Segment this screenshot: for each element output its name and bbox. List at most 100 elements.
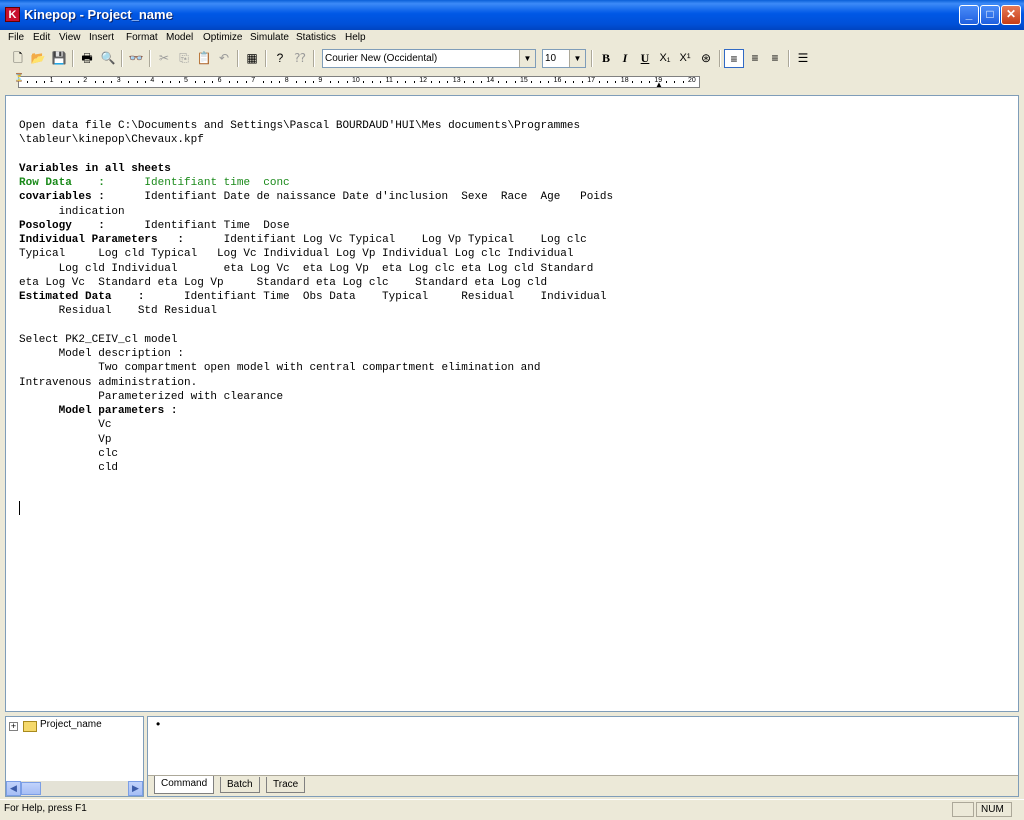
ruler-tick <box>103 81 104 83</box>
menu-statistics[interactable]: Statistics <box>296 32 336 43</box>
chevron-down-icon[interactable]: ▼ <box>569 50 585 67</box>
underline-button[interactable]: U <box>635 49 655 68</box>
ruler-tick <box>195 81 197 83</box>
font-size-select[interactable]: 10 ▼ <box>542 49 586 68</box>
ruler-tick <box>136 81 138 83</box>
application-window: K Kinepop - Project_name _ □ ✕ File Edit… <box>0 0 1024 820</box>
align-right-icon[interactable]: ≡ <box>765 49 785 68</box>
ruler[interactable]: 1 2 3 4 5 6 7 8 9 10 11 12 13 14 15 16 17 18 19 20 ⏳ ▲ <box>0 71 1024 93</box>
undo-icon[interactable]: ↶ <box>214 49 234 68</box>
menu-optimize[interactable]: Optimize <box>203 32 242 43</box>
right-indent-marker-icon[interactable]: ▲ <box>655 80 663 89</box>
tree-item-project-name[interactable]: Project_name <box>40 719 102 730</box>
project-tree[interactable]: + Project_name ◀ ▶ <box>5 716 144 797</box>
ruler-tick <box>632 81 634 83</box>
save-icon[interactable]: 💾 <box>49 49 69 68</box>
ruler-tick <box>439 81 440 83</box>
ruler-tick <box>573 81 575 83</box>
ruler-number: 12 <box>419 77 427 84</box>
new-document-icon[interactable]: 🗋 <box>8 49 28 68</box>
menu-view[interactable]: View <box>59 32 81 43</box>
minimize-button[interactable]: _ <box>959 5 979 25</box>
menu-edit[interactable]: Edit <box>33 32 50 43</box>
table-grid-icon[interactable]: ▦ <box>242 49 262 68</box>
ruler-tick <box>229 81 230 83</box>
ruler-number: 1 <box>49 77 54 84</box>
ruler-bar[interactable]: 1 2 3 4 5 6 7 8 9 10 11 12 13 14 15 16 17 18 19 20 <box>18 76 700 88</box>
editor-line-label: Individual Parameters : <box>19 234 185 246</box>
scroll-thumb[interactable] <box>21 782 41 795</box>
menu-insert[interactable]: Insert <box>89 32 114 43</box>
symbol-icon[interactable]: ⊛ <box>696 49 716 68</box>
editor-line: covariables : Identifiant Date de naissa… <box>19 191 614 204</box>
chevron-down-icon[interactable]: ▼ <box>519 50 535 67</box>
editor-line: Individual Parameters : Identifiant Log … <box>19 234 587 246</box>
ruler-number: 5 <box>184 77 188 84</box>
kinepop-app-icon[interactable]: K <box>5 7 20 22</box>
print-icon[interactable]: 🖶 <box>77 49 97 68</box>
open-folder-icon[interactable]: 📂 <box>28 49 48 68</box>
italic-button[interactable]: I <box>615 49 635 68</box>
editor-line: Posology : Identifiant Time Dose <box>19 219 290 232</box>
ruler-tick <box>481 81 482 83</box>
align-left-icon[interactable]: ≡ <box>724 49 744 68</box>
paste-icon[interactable]: 📋 <box>194 49 214 68</box>
editor-line: Model description : <box>19 348 185 360</box>
ruler-tick <box>77 81 79 83</box>
title-bar[interactable]: K Kinepop - Project_name _ □ ✕ <box>0 0 1024 30</box>
menu-bar: File Edit View Insert Format Model Optim… <box>0 30 1024 48</box>
menu-simulate[interactable]: Simulate <box>250 32 289 43</box>
maximize-button[interactable]: □ <box>980 5 1000 25</box>
context-help-icon[interactable]: ⁇ <box>290 49 310 68</box>
ruler-number: 7 <box>251 77 256 84</box>
bold-button[interactable]: B <box>596 49 616 68</box>
tab-batch[interactable]: Batch <box>220 777 260 793</box>
tab-trace[interactable]: Trace <box>266 777 306 793</box>
editor-line-label: Model parameters : <box>19 405 178 417</box>
ruler-tick <box>413 81 415 83</box>
ruler-number: 9 <box>318 77 323 84</box>
superscript-button[interactable]: X¹ <box>675 49 695 68</box>
help-icon[interactable]: ? <box>270 49 290 68</box>
subscript-button[interactable]: X₁ <box>655 49 675 68</box>
scroll-left-icon[interactable]: ◀ <box>6 781 21 796</box>
expand-plus-icon[interactable]: + <box>9 722 18 731</box>
tab-command[interactable]: Command <box>154 776 215 794</box>
ruler-tick <box>380 81 382 83</box>
ruler-tick <box>665 81 667 83</box>
left-indent-marker-icon[interactable]: ⏳ <box>14 73 24 82</box>
ruler-tick <box>94 81 96 83</box>
ruler-tick <box>548 81 550 83</box>
print-preview-icon[interactable]: 🔍 <box>98 49 118 68</box>
scroll-right-icon[interactable]: ▶ <box>128 781 143 796</box>
menu-model[interactable]: Model <box>166 32 193 43</box>
text-caret <box>19 501 20 515</box>
toolbar-separator <box>591 50 593 67</box>
editor-line: Row Data : Identifiant time conc <box>19 177 290 189</box>
ruler-tick <box>237 81 239 83</box>
ruler-number: 11 <box>385 77 393 84</box>
editor-text[interactable]: Open data file C:\Documents and Settings… <box>19 119 613 475</box>
editor-line: Typical Log cld Typical Log Vc Individua… <box>19 248 574 261</box>
editor-line: Intravenous administration. <box>19 376 198 389</box>
close-button[interactable]: ✕ <box>1001 5 1021 25</box>
find-binoculars-icon[interactable]: 👓 <box>126 49 146 68</box>
menu-format[interactable]: Format <box>126 32 158 43</box>
horizontal-scrollbar[interactable]: ◀ ▶ <box>6 781 143 796</box>
ruler-tick <box>405 81 407 83</box>
ruler-number: 2 <box>83 77 88 84</box>
ruler-tick <box>27 81 29 83</box>
menu-help[interactable]: Help <box>345 32 366 43</box>
font-name-select[interactable]: Courier New (Occidental) ▼ <box>322 49 536 68</box>
bullet-list-icon[interactable]: ☰ <box>793 49 813 68</box>
copy-icon[interactable]: ⎘ <box>174 49 194 68</box>
toolbar-separator <box>265 50 267 67</box>
ruler-tick <box>161 81 163 83</box>
document-editor[interactable]: Open data file C:\Documents and Settings… <box>5 95 1019 712</box>
editor-line: Open data file C:\Documents and Settings… <box>19 120 581 132</box>
align-center-icon[interactable]: ≡ <box>745 49 765 68</box>
cut-icon[interactable]: ✂ <box>154 49 174 68</box>
menu-file[interactable]: File <box>8 32 24 43</box>
command-console[interactable]: • Command Batch Trace <box>147 716 1019 797</box>
